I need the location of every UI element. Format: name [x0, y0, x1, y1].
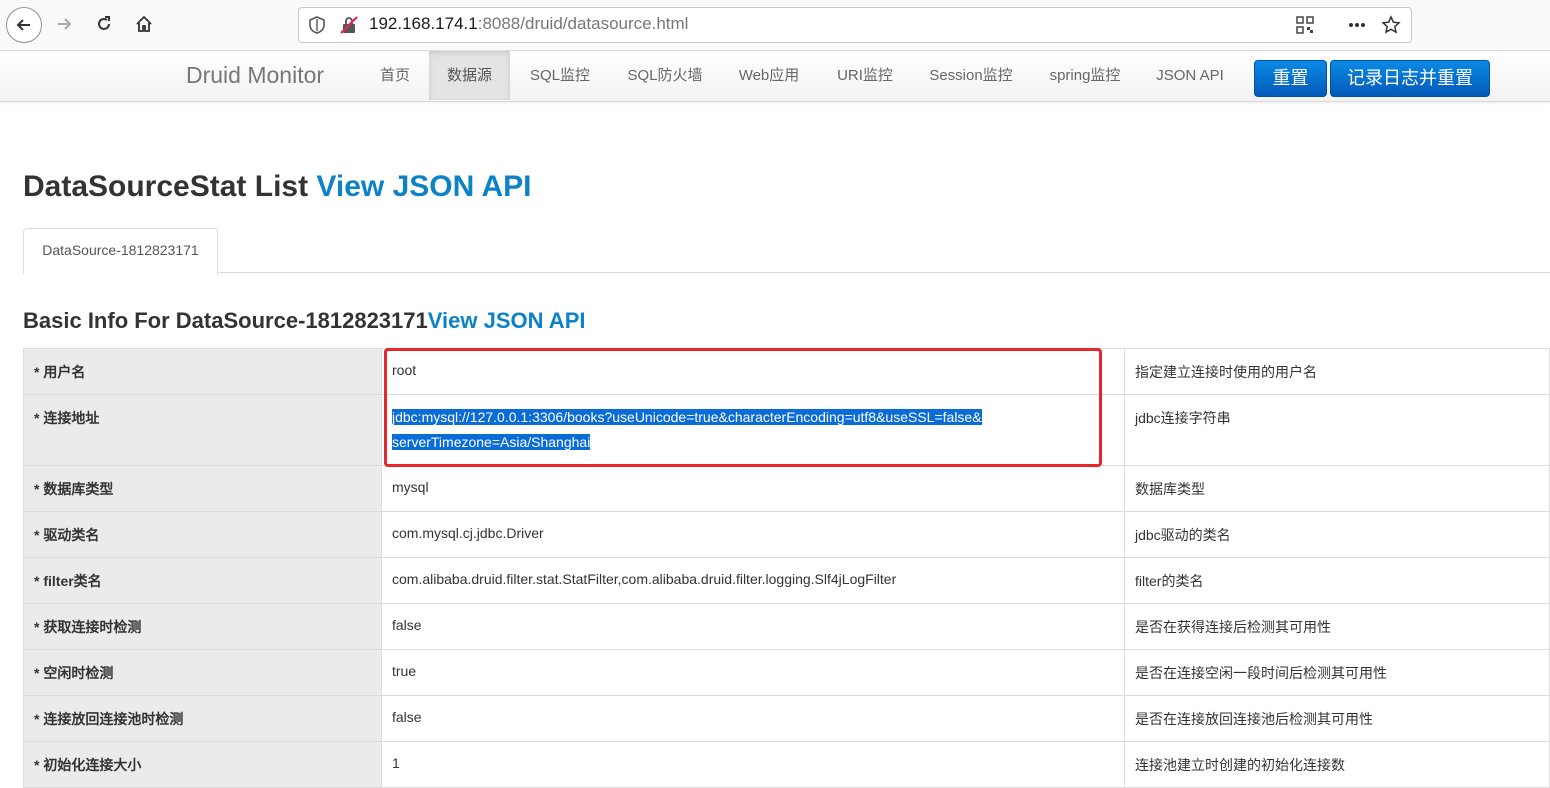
row-value: false [381, 695, 1125, 742]
section-title: Basic Info For DataSource-1812823171View… [23, 308, 585, 334]
tab-datasource[interactable]: DataSource-1812823171 [23, 228, 218, 275]
log-and-reset-button[interactable]: 记录日志并重置 [1330, 60, 1490, 97]
druid-navbar: Druid Monitor 首页 数据源 SQL监控 SQL防火墙 Web应用 … [0, 51, 1550, 102]
row-desc: 是否在获得连接后检测其可用性 [1124, 603, 1550, 650]
nav-item-uri-monitor[interactable]: URI监控 [823, 51, 907, 100]
back-arrow-icon [16, 19, 30, 31]
home-button[interactable] [128, 8, 160, 40]
annotation-highlight-box [384, 348, 1102, 467]
row-desc: jdbc驱动的类名 [1124, 511, 1550, 558]
row-desc: 是否在连接放回连接池后检测其可用性 [1124, 695, 1550, 742]
reload-icon [98, 16, 110, 30]
page-title-text: DataSourceStat List [23, 170, 309, 203]
row-key: * 连接放回连接池时检测 [23, 695, 382, 742]
row-value: true [381, 649, 1125, 696]
forward-button[interactable] [48, 8, 80, 40]
qr-code-icon[interactable] [1295, 15, 1315, 35]
reload-button[interactable] [88, 8, 120, 40]
row-value: 1 [381, 741, 1125, 788]
address-bar[interactable]: 192.168.174.1:8088/druid/datasource.html [298, 7, 1412, 43]
insecure-lock-icon[interactable] [339, 15, 359, 35]
view-json-api-link[interactable]: View JSON API [316, 170, 531, 203]
table-row: * 连接放回连接池时检测 false 是否在连接放回连接池后检测其可用性 [23, 695, 1550, 742]
nav-item-session-monitor[interactable]: Session监控 [916, 51, 1026, 100]
page-title: DataSourceStat List View JSON API [23, 170, 532, 204]
row-desc: jdbc连接字符串 [1124, 394, 1550, 466]
row-key: * 初始化连接大小 [23, 741, 382, 788]
section-view-json-api-link[interactable]: View JSON API [428, 308, 586, 333]
bookmark-star-icon[interactable] [1381, 15, 1401, 35]
nav-item-sql-monitor[interactable]: SQL监控 [515, 51, 605, 100]
row-key: * 空闲时检测 [23, 649, 382, 696]
row-value: false [381, 603, 1125, 650]
nav-item-spring-monitor[interactable]: spring监控 [1035, 51, 1135, 100]
section-title-text: Basic Info For DataSource-1812823171 [23, 308, 428, 333]
table-row: * 驱动类名 com.mysql.cj.jdbc.Driver jdbc驱动的类… [23, 511, 1550, 558]
nav-item-json-api[interactable]: JSON API [1143, 51, 1237, 100]
table-row: * 数据库类型 mysql 数据库类型 [23, 465, 1550, 512]
row-key: * 获取连接时检测 [23, 603, 382, 650]
table-row: * 获取连接时检测 false 是否在获得连接后检测其可用性 [23, 603, 1550, 650]
nav-item-home[interactable]: 首页 [362, 51, 428, 100]
forward-arrow-icon [58, 18, 72, 30]
row-key: * 驱动类名 [23, 511, 382, 558]
row-desc: 指定建立连接时使用的用户名 [1124, 348, 1550, 395]
tab-strip [23, 272, 1550, 273]
row-key: * 用户名 [23, 348, 382, 395]
row-desc: filter的类名 [1124, 557, 1550, 604]
reset-button[interactable]: 重置 [1254, 60, 1327, 97]
row-key: * 连接地址 [23, 394, 382, 466]
nav-item-sql-firewall[interactable]: SQL防火墙 [614, 51, 716, 100]
home-icon [136, 15, 152, 32]
row-key: * 数据库类型 [23, 465, 382, 512]
url-text[interactable]: 192.168.174.1:8088/druid/datasource.html [369, 14, 688, 34]
row-value: mysql [381, 465, 1125, 512]
row-key: * filter类名 [23, 557, 382, 604]
table-row: * filter类名 com.alibaba.druid.filter.stat… [23, 557, 1550, 604]
nav-item-web-app[interactable]: Web应用 [724, 51, 814, 100]
table-row: * 初始化连接大小 1 连接池建立时创建的初始化连接数 [23, 741, 1550, 788]
nav-item-datasource[interactable]: 数据源 [429, 51, 510, 100]
browser-toolbar: 192.168.174.1:8088/druid/datasource.html [0, 0, 1550, 51]
table-row: * 空闲时检测 true 是否在连接空闲一段时间后检测其可用性 [23, 649, 1550, 696]
row-value: com.alibaba.druid.filter.stat.StatFilter… [381, 557, 1125, 604]
shield-icon[interactable] [307, 15, 327, 35]
row-desc: 是否在连接空闲一段时间后检测其可用性 [1124, 649, 1550, 696]
brand-logo[interactable]: Druid Monitor [186, 62, 324, 89]
row-desc: 连接池建立时创建的初始化连接数 [1124, 741, 1550, 788]
row-value: com.mysql.cj.jdbc.Driver [381, 511, 1125, 558]
back-button[interactable] [6, 7, 42, 43]
more-actions-icon[interactable] [1347, 15, 1367, 35]
row-desc: 数据库类型 [1124, 465, 1550, 512]
